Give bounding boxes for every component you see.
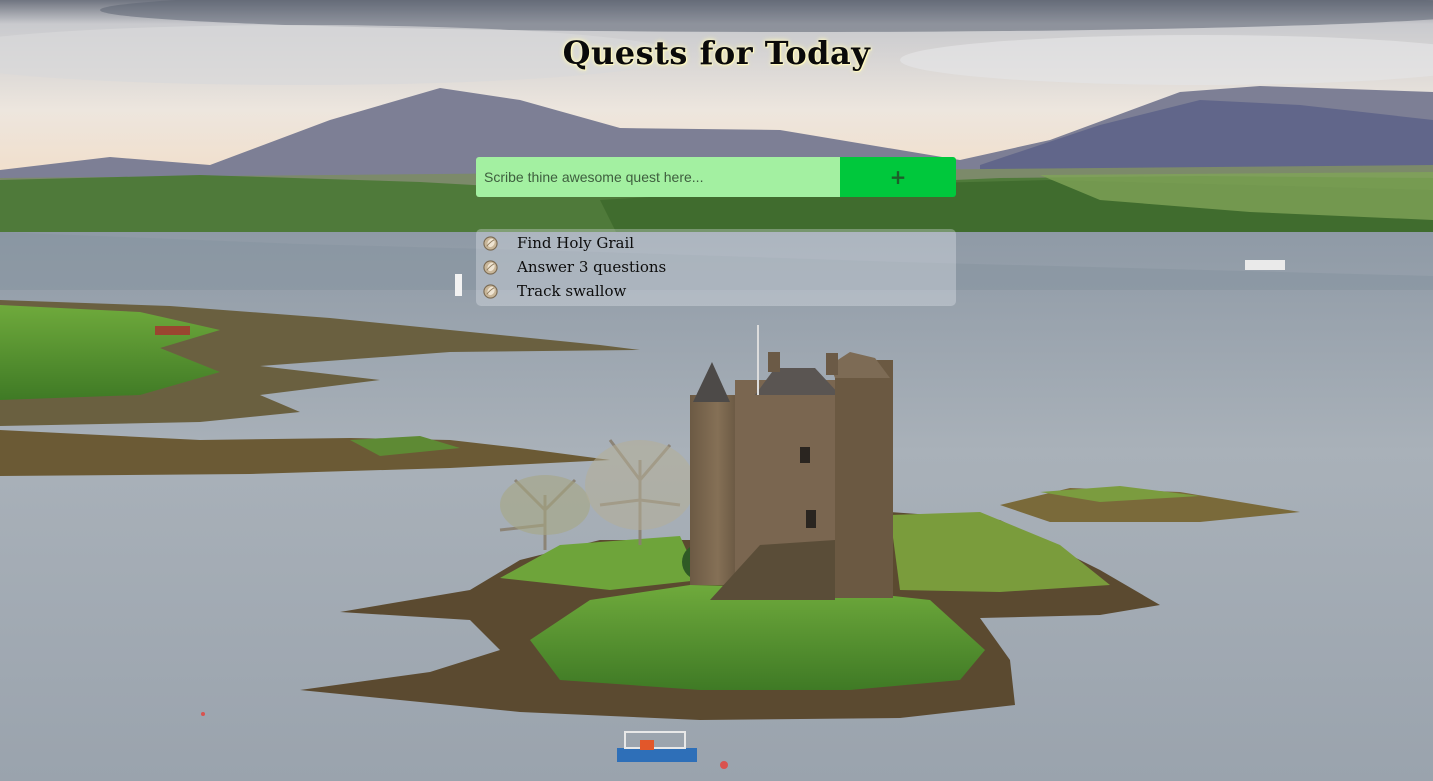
coin-icon <box>483 283 498 299</box>
page-title: Quests for Today <box>562 34 871 72</box>
plus-icon: + <box>889 165 907 189</box>
add-quest-button[interactable]: + <box>840 157 956 197</box>
coin-icon <box>483 235 498 251</box>
coin-icon <box>483 259 498 275</box>
quest-item[interactable]: Find Holy Grail <box>476 231 956 255</box>
quest-text: Track swallow <box>517 282 627 300</box>
add-quest-form: + <box>476 157 956 197</box>
quest-text: Find Holy Grail <box>517 234 635 252</box>
quest-item[interactable]: Answer 3 questions <box>476 255 956 279</box>
background-landscape-image <box>0 0 1433 781</box>
quest-input[interactable] <box>476 157 840 197</box>
quest-list: Find Holy Grail Answer 3 questions Track… <box>476 229 956 306</box>
quest-item[interactable]: Track swallow <box>476 279 956 303</box>
quest-text: Answer 3 questions <box>517 258 667 276</box>
